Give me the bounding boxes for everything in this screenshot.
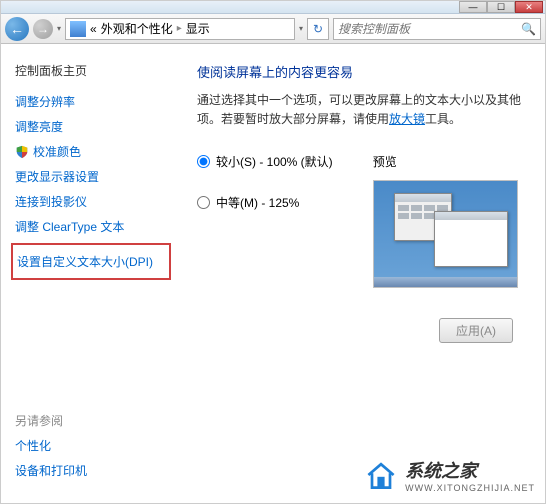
minimize-button[interactable]: —	[459, 1, 487, 13]
watermark-house-icon	[363, 457, 399, 493]
sidebar-calibrate-color[interactable]: 校准颜色	[15, 139, 179, 164]
breadcrumb-current[interactable]: 显示	[186, 20, 210, 37]
radio-medium-input[interactable]	[197, 196, 210, 209]
sidebar-adjust-brightness[interactable]: 调整亮度	[15, 114, 179, 139]
close-button[interactable]: ✕	[515, 1, 543, 13]
sidebar-personalization[interactable]: 个性化	[15, 433, 179, 458]
see-also-heading: 另请参阅	[15, 408, 179, 433]
sidebar-adjust-cleartype[interactable]: 调整 ClearType 文本	[15, 214, 179, 239]
sidebar-adjust-resolution[interactable]: 调整分辨率	[15, 89, 179, 114]
breadcrumb-parent[interactable]: 外观和个性化	[101, 20, 173, 37]
preview-taskbar	[374, 277, 517, 287]
content-pane: 使阅读屏幕上的内容更容易 通过选择其中一个选项，可以更改屏幕上的文本大小以及其他…	[179, 44, 545, 503]
control-panel-icon	[70, 21, 86, 37]
search-box[interactable]: 🔍	[333, 18, 541, 40]
apply-button[interactable]: 应用(A)	[439, 318, 513, 343]
sidebar-devices-printers[interactable]: 设备和打印机	[15, 458, 179, 483]
control-panel-home-link[interactable]: 控制面板主页	[15, 58, 179, 89]
highlight-annotation: 设置自定义文本大小(DPI)	[11, 243, 171, 280]
back-button[interactable]: ←	[5, 17, 29, 41]
preview-label: 预览	[373, 153, 518, 170]
page-title: 使阅读屏幕上的内容更容易	[197, 62, 525, 81]
preview-window-front	[434, 211, 508, 267]
maximize-button[interactable]: ☐	[487, 1, 515, 13]
watermark-url: WWW.XITONGZHIJIA.NET	[405, 483, 535, 493]
main-area: 控制面板主页 调整分辨率 调整亮度 校准颜色 更改显示器设置 连接到投影仪 调整…	[1, 44, 545, 503]
sidebar-set-custom-dpi[interactable]: 设置自定义文本大小(DPI)	[17, 251, 165, 272]
radio-medium[interactable]: 中等(M) - 125%	[197, 194, 333, 211]
watermark: 系统之家 WWW.XITONGZHIJIA.NET	[363, 457, 535, 493]
search-icon[interactable]: 🔍	[521, 22, 536, 36]
sidebar-calibrate-color-label: 校准颜色	[33, 143, 81, 160]
radio-small-input[interactable]	[197, 155, 210, 168]
breadcrumb-prefix: «	[90, 22, 97, 36]
breadcrumb-separator-icon: ▸	[177, 23, 182, 34]
forward-button[interactable]: →	[33, 19, 53, 39]
search-input[interactable]	[338, 22, 521, 36]
magnifier-link[interactable]: 放大镜	[389, 112, 425, 126]
radio-small-label: 较小(S) - 100% (默认)	[216, 153, 333, 170]
size-options: 较小(S) - 100% (默认) 中等(M) - 125% 预览	[197, 153, 525, 288]
breadcrumb-dropdown-icon[interactable]: ▾	[299, 24, 303, 33]
sidebar-change-display[interactable]: 更改显示器设置	[15, 164, 179, 189]
sidebar-connect-projector[interactable]: 连接到投影仪	[15, 189, 179, 214]
page-description: 通过选择其中一个选项，可以更改屏幕上的文本大小以及其他项。若要暂时放大部分屏幕，…	[197, 91, 525, 129]
sidebar: 控制面板主页 调整分辨率 调整亮度 校准颜色 更改显示器设置 连接到投影仪 调整…	[1, 44, 179, 503]
refresh-button[interactable]: ↻	[307, 18, 329, 40]
history-dropdown-icon[interactable]: ▾	[57, 24, 61, 33]
shield-icon	[15, 145, 29, 159]
breadcrumb[interactable]: « 外观和个性化 ▸ 显示	[65, 18, 295, 40]
watermark-brand: 系统之家	[405, 457, 535, 483]
window-controls: — ☐ ✕	[459, 1, 543, 13]
radio-medium-label: 中等(M) - 125%	[216, 194, 299, 211]
navigation-bar: ← → ▾ « 外观和个性化 ▸ 显示 ▾ ↻ 🔍	[1, 14, 545, 44]
preview-image	[373, 180, 518, 288]
window-titlebar: — ☐ ✕	[1, 1, 545, 14]
radio-small[interactable]: 较小(S) - 100% (默认)	[197, 153, 333, 170]
